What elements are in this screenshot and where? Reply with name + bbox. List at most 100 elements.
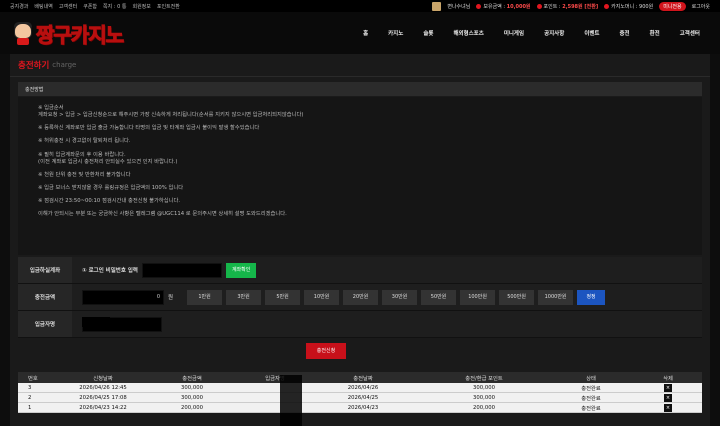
nav-minigame[interactable]: 미니게임 xyxy=(494,29,534,37)
amount-5m-button[interactable]: 500만원 xyxy=(499,289,535,305)
amount-label: 충전금액 xyxy=(18,284,72,310)
balance-label: 보유금액 : xyxy=(483,3,506,10)
utility-links: 공지경과 배팅내역 고객센터 쿠폰함 쪽지 : 0 통 회원정보 포인트전환 xyxy=(10,3,180,10)
table-row: 2 2026/04/25 17:08 300,000 2026/04/25 30… xyxy=(18,393,702,403)
amount-200k-button[interactable]: 20만원 xyxy=(343,289,379,305)
amount-30k-button[interactable]: 3만원 xyxy=(226,289,262,305)
table-header: 번호 신청날짜 충전금액 입금자명 충전날짜 충전/환급 포인트 상태 삭제 xyxy=(18,372,702,383)
casino-label: 카지노머니 : xyxy=(611,3,638,10)
notice-line: ※ 등록하신 계좌로만 입금 출금 가능합니다 타명의 입금 및 타계좌 입금시… xyxy=(38,125,260,132)
col-delete: 삭제 xyxy=(663,375,673,382)
user-info: 변나수녀님 보유금액 : 10,000원 포인트 : 2,598원 [전환] 카… xyxy=(432,1,710,11)
depositor-row: 입금자명 xyxy=(18,311,702,338)
amount-100k-button[interactable]: 10만원 xyxy=(304,289,340,305)
casino-money: 카지노머니 : 900원 xyxy=(604,3,653,10)
cell-amount: 300,000 xyxy=(181,394,203,401)
cell-amount: 200,000 xyxy=(181,404,203,411)
amount-1m-button[interactable]: 100만원 xyxy=(460,289,496,305)
cell-charge-date: 2026/04/25 xyxy=(347,394,379,401)
logout-link[interactable]: 로그아웃 xyxy=(692,3,710,10)
balance-value: 10,000원 xyxy=(506,3,531,10)
cell-charge-date: 2026/04/23 xyxy=(347,404,379,411)
deposit-history-table: 번호 신청날짜 충전금액 입금자명 충전날짜 충전/환급 포인트 상태 삭제 3… xyxy=(18,372,702,413)
amount-row: 충전금액 0 원 1만원 3만원 5만원 10만원 20만원 30만원 50만원… xyxy=(18,284,702,311)
notice-box: ※ 입금순서 계좌요청 > 입금 > 입금신청순으로 해주시면 가장 신속하게 … xyxy=(18,97,702,255)
points: 포인트 : 2,598원 [전환] xyxy=(536,3,598,10)
page-title-en: charge xyxy=(52,61,77,69)
page-title-ko: 충전하기 xyxy=(18,61,50,71)
nav-support[interactable]: 고객센터 xyxy=(670,29,710,37)
reset-amount-button[interactable]: 정정 xyxy=(577,289,606,305)
link-bet-history[interactable]: 배팅내역 xyxy=(34,3,52,10)
points-dot-icon xyxy=(536,3,542,9)
col-amount: 충전금액 xyxy=(182,375,202,382)
nav-notice[interactable]: 공지사항 xyxy=(534,29,574,37)
delete-row-button[interactable]: × xyxy=(664,383,672,392)
cell-req-date: 2026/04/23 14:22 xyxy=(79,404,127,411)
amount-input[interactable]: 0 xyxy=(82,289,164,305)
mascot-icon xyxy=(12,21,34,45)
amount-500k-button[interactable]: 50만원 xyxy=(421,289,457,305)
account-row: 입금하실계좌 ① 로그인 비밀번호 입력 계좌확인 xyxy=(18,257,702,284)
col-no: 번호 xyxy=(28,375,38,382)
nav-casino[interactable]: 카지노 xyxy=(378,29,413,37)
nav-slot[interactable]: 슬롯 xyxy=(413,29,443,37)
amount-10m-button[interactable]: 1000만원 xyxy=(538,289,574,305)
cell-amount: 300,000 xyxy=(181,384,203,391)
points-value[interactable]: 2,598원 [전환] xyxy=(562,4,598,10)
delete-row-button[interactable]: × xyxy=(664,403,672,412)
link-betting-status[interactable]: 공지경과 xyxy=(10,3,28,10)
cell-point: 300,000 xyxy=(473,394,495,401)
col-charge-date: 충전날짜 xyxy=(353,375,373,382)
cell-req-date: 2026/04/26 12:45 xyxy=(79,384,127,391)
link-support[interactable]: 고객센터 xyxy=(59,3,77,10)
nav-home[interactable]: 홈 xyxy=(353,29,378,37)
points-label: 포인트 : xyxy=(543,3,561,10)
link-coupons[interactable]: 쿠폰함 xyxy=(83,3,97,10)
deposit-form: 입금하실계좌 ① 로그인 비밀번호 입력 계좌확인 충전금액 0 원 1만원 3… xyxy=(18,257,702,338)
account-label: 입금하실계좌 xyxy=(18,257,72,283)
link-messages[interactable]: 쪽지 : 0 통 xyxy=(103,3,126,10)
col-status: 상태 xyxy=(586,375,596,382)
link-point-convert[interactable]: 포인트전환 xyxy=(157,3,180,10)
delete-row-button[interactable]: × xyxy=(664,393,672,402)
amount-50k-button[interactable]: 5만원 xyxy=(265,289,301,305)
cell-req-date: 2026/04/25 17:08 xyxy=(79,394,127,401)
password-input[interactable] xyxy=(141,262,222,278)
submit-deposit-button[interactable]: 충전신청 xyxy=(306,343,346,359)
avatar xyxy=(432,1,442,11)
page-title: 충전하기 charge xyxy=(10,54,710,77)
username: 변나수녀님 xyxy=(447,3,471,10)
site-header: 짱구카지노 홈 카지노 슬롯 해외형스포츠 미니게임 공지사항 이벤트 충전 환… xyxy=(0,12,720,54)
balance-dot-icon xyxy=(476,3,482,9)
amount-10k-button[interactable]: 1만원 xyxy=(187,289,223,305)
account-prompt: ① 로그인 비밀번호 입력 xyxy=(82,268,138,274)
table-row: 3 2026/04/26 12:45 300,000 2026/04/26 30… xyxy=(18,383,702,393)
notice-line: ※ 필히 입금계좌문의 후 이용 바랍니다. (이전 계좌로 입금시 충전처리 … xyxy=(38,151,178,165)
check-account-button[interactable]: 계좌확인 xyxy=(225,262,257,278)
notice-line: ※ 입금순서 계좌요청 > 입금 > 입금신청순으로 해주시면 가장 신속하게 … xyxy=(38,105,304,118)
nav-event[interactable]: 이벤트 xyxy=(574,29,609,37)
cell-point: 300,000 xyxy=(473,384,495,391)
cell-no: 1 xyxy=(28,404,32,411)
cell-point: 200,000 xyxy=(473,404,495,411)
nav-deposit[interactable]: 충전 xyxy=(610,29,640,37)
cell-status: 충전완료 xyxy=(581,405,601,412)
top-utility-bar: 공지경과 배팅내역 고객센터 쿠폰함 쪽지 : 0 통 회원정보 포인트전환 변… xyxy=(0,0,720,12)
site-logo[interactable]: 짱구카지노 xyxy=(12,18,142,48)
mini-only-button[interactable]: 미니전용 xyxy=(659,1,686,11)
section-head: 충전방법 xyxy=(18,82,702,96)
nav-withdraw[interactable]: 환전 xyxy=(640,29,670,37)
notice-line: ※ 허위충전 시 경고없이 탈퇴처리 됩니다. xyxy=(38,138,131,145)
nav-sports[interactable]: 해외형스포츠 xyxy=(443,29,493,37)
cell-no: 3 xyxy=(28,384,32,391)
balance: 보유금액 : 10,000원 xyxy=(476,3,531,10)
depositor-redaction xyxy=(82,317,110,327)
notice-line: 이해가 안되시는 부분 또는 궁금하신 사항은 텔레그램 @UGC114 로 문… xyxy=(38,211,287,218)
link-member-info[interactable]: 회원정보 xyxy=(132,3,150,10)
amount-300k-button[interactable]: 30만원 xyxy=(382,289,418,305)
col-point: 충전/환급 포인트 xyxy=(465,375,503,382)
casino-dot-icon xyxy=(604,3,610,9)
notice-line: ※ 입금 보너스 받지않을 경우 롤링규정은 입금액의 100% 입니다 xyxy=(38,184,184,191)
amount-unit: 원 xyxy=(168,295,174,301)
